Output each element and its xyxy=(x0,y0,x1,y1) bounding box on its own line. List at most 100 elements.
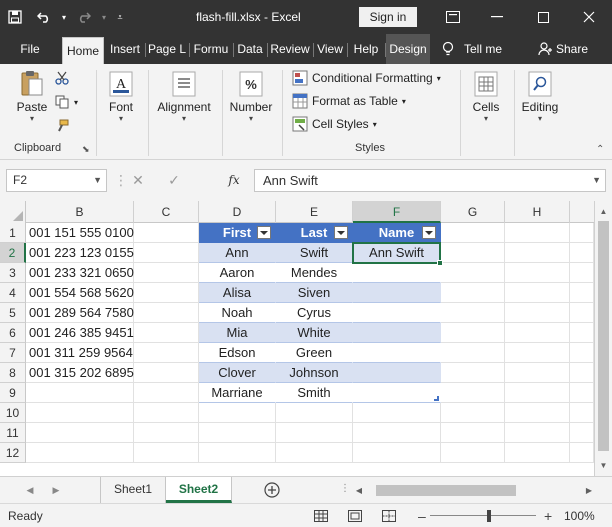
table-cell[interactable] xyxy=(505,243,570,263)
conditional-formatting-button[interactable]: Conditional Formatting ▾ xyxy=(292,70,441,86)
table-cell[interactable] xyxy=(134,223,199,243)
row-header[interactable]: 4 xyxy=(0,283,26,303)
column-header-f[interactable]: F xyxy=(353,201,441,223)
zoom-slider-thumb[interactable] xyxy=(487,510,491,522)
zoom-slider-track[interactable] xyxy=(430,515,536,516)
table-cell[interactable] xyxy=(134,383,199,403)
zoom-in-icon[interactable]: + xyxy=(544,504,552,527)
maximize-icon[interactable] xyxy=(520,0,566,34)
table-cell[interactable] xyxy=(353,263,441,283)
table-cell[interactable]: 001 315 202 6895 xyxy=(26,363,134,383)
table-cell[interactable] xyxy=(134,263,199,283)
table-cell[interactable] xyxy=(570,443,594,463)
table-cell[interactable] xyxy=(441,323,505,343)
table-cell[interactable] xyxy=(570,283,594,303)
table-cell[interactable]: Siven xyxy=(276,283,353,303)
table-cell[interactable] xyxy=(26,423,134,443)
table-cell[interactable] xyxy=(505,303,570,323)
table-resize-handle[interactable] xyxy=(434,396,439,401)
table-cell[interactable]: Alisa xyxy=(199,283,276,303)
table-cell[interactable] xyxy=(570,263,594,283)
table-cell[interactable] xyxy=(276,443,353,463)
table-cell[interactable] xyxy=(26,443,134,463)
table-cell[interactable]: Marriane xyxy=(199,383,276,403)
table-cell[interactable] xyxy=(353,283,441,303)
save-icon[interactable] xyxy=(0,0,30,34)
dialog-launcher-icon[interactable]: ⬊ xyxy=(82,144,90,155)
column-header-b[interactable]: B xyxy=(26,201,134,223)
row-header[interactable]: 9 xyxy=(0,383,26,403)
horizontal-scrollbar[interactable]: ◀ ▶ xyxy=(352,483,596,498)
row-header[interactable]: 3 xyxy=(0,263,26,283)
table-cell[interactable] xyxy=(353,363,441,383)
row-header[interactable]: 1 xyxy=(0,223,26,243)
tab-formulas[interactable]: Formu xyxy=(190,34,232,64)
table-cell[interactable] xyxy=(441,423,505,443)
table-cell[interactable] xyxy=(276,423,353,443)
select-all-button[interactable] xyxy=(0,201,26,223)
table-cell[interactable] xyxy=(353,343,441,363)
add-sheet-icon[interactable] xyxy=(262,480,282,500)
ribbon-display-options-icon[interactable] xyxy=(430,0,476,34)
column-header-e[interactable]: E xyxy=(276,201,353,223)
table-cell[interactable] xyxy=(505,383,570,403)
font-button[interactable]: A Font ▾ xyxy=(100,70,142,123)
table-cell[interactable] xyxy=(26,383,134,403)
scroll-right-icon[interactable]: ▶ xyxy=(582,483,596,498)
number-button[interactable]: % Number ▾ xyxy=(226,70,276,123)
tab-data[interactable]: Data xyxy=(234,34,266,64)
paste-button[interactable]: Paste ▾ xyxy=(12,70,52,123)
scroll-down-icon[interactable]: ▼ xyxy=(595,457,612,474)
table-cell[interactable] xyxy=(441,363,505,383)
name-box[interactable]: F2 ▼ xyxy=(6,169,107,192)
column-header-g[interactable]: G xyxy=(441,201,505,223)
table-cell[interactable] xyxy=(441,223,505,243)
minimize-icon[interactable] xyxy=(474,0,520,34)
table-cell[interactable] xyxy=(441,283,505,303)
table-cell[interactable] xyxy=(441,263,505,283)
table-cell[interactable] xyxy=(134,403,199,423)
scroll-up-icon[interactable]: ▲ xyxy=(595,203,612,220)
tab-view[interactable]: View xyxy=(314,34,346,64)
table-cell[interactable]: Smith xyxy=(276,383,353,403)
worksheet-grid[interactable]: B C D E F G H 1 001 151 555 0100 First Last… xyxy=(0,201,612,476)
share-button[interactable]: Share xyxy=(534,34,598,64)
table-cell[interactable]: 001 311 259 9564 xyxy=(26,343,134,363)
row-header[interactable]: 6 xyxy=(0,323,26,343)
page-layout-view-icon[interactable] xyxy=(346,508,364,524)
table-cell[interactable]: 001 233 321 0650 xyxy=(26,263,134,283)
cells-button[interactable]: Cells ▾ xyxy=(464,70,508,123)
tab-file[interactable]: File xyxy=(12,34,48,64)
next-sheet-icon[interactable]: ▶ xyxy=(46,477,66,503)
tab-split-handle-icon[interactable]: ⋮ xyxy=(340,483,350,494)
vertical-scrollbar[interactable]: ▲ ▼ xyxy=(594,201,612,476)
format-as-table-button[interactable]: Format as Table ▾ xyxy=(292,93,406,109)
table-cell[interactable] xyxy=(353,423,441,443)
table-cell[interactable]: Ann xyxy=(199,243,276,263)
redo-icon[interactable] xyxy=(70,0,98,34)
table-cell[interactable] xyxy=(353,443,441,463)
table-cell[interactable] xyxy=(570,423,594,443)
zoom-level[interactable]: 100% xyxy=(564,504,595,527)
tab-design[interactable]: Design xyxy=(386,34,430,64)
table-cell[interactable] xyxy=(276,403,353,423)
undo-icon[interactable] xyxy=(30,0,58,34)
cell-styles-button[interactable]: Cell Styles ▾ xyxy=(292,116,377,132)
table-cell[interactable] xyxy=(570,303,594,323)
table-cell[interactable] xyxy=(505,343,570,363)
table-cell[interactable] xyxy=(505,443,570,463)
tab-help[interactable]: Help xyxy=(348,34,384,64)
tab-review[interactable]: Review xyxy=(268,34,312,64)
table-cell[interactable] xyxy=(353,303,441,323)
table-cell[interactable] xyxy=(441,383,505,403)
table-cell[interactable]: Swift xyxy=(276,243,353,263)
table-cell[interactable]: Johnson xyxy=(276,363,353,383)
table-cell[interactable] xyxy=(353,403,441,423)
table-cell[interactable] xyxy=(199,403,276,423)
table-cell[interactable] xyxy=(441,303,505,323)
table-cell[interactable] xyxy=(26,403,134,423)
sheet-tab-sheet2[interactable]: Sheet2 xyxy=(166,477,232,503)
table-cell[interactable] xyxy=(505,363,570,383)
table-cell[interactable] xyxy=(570,383,594,403)
sign-in-button[interactable]: Sign in xyxy=(359,7,417,27)
